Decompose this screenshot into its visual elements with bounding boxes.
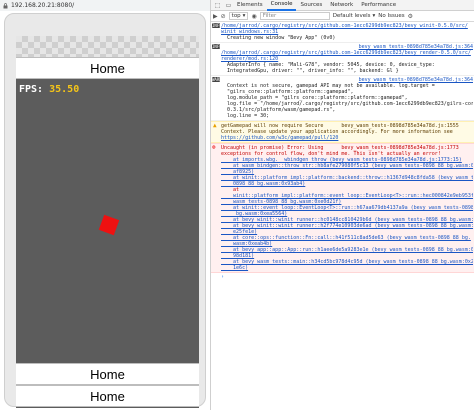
chevron-down-icon: ▾: [242, 13, 246, 19]
gear-icon[interactable]: ⚙: [408, 13, 413, 20]
console-prompt[interactable]: ›: [211, 273, 474, 281]
tab-performance[interactable]: Performance: [357, 0, 400, 11]
app-canvas[interactable]: Home FPS: 35.50 Home Home: [16, 36, 199, 408]
console-message: INFO bevy_wasm_tests-0898d785e34a78d.js:…: [211, 43, 474, 76]
console-message: INFO /home/jarrod/.cargo/registry/src/gi…: [211, 22, 474, 43]
device-frame: Home FPS: 35.50 Home Home: [4, 13, 206, 408]
address-url[interactable]: 192.168.20.21:8080/: [11, 2, 74, 9]
devtools-tabbar: ⬚ ▭ Elements Console Sources Network Per…: [211, 0, 474, 11]
error-icon: ⊗: [212, 144, 216, 151]
lock-icon: [3, 2, 8, 8]
console-toolbar: ▶ ⊘ top ▾ ◉ Filter Default levels ▾ No I…: [211, 11, 474, 22]
context-selector[interactable]: top ▾: [228, 12, 249, 20]
stack-frame[interactable]: at wasm_bindgen::throw_str::hb8afe279080…: [221, 163, 473, 169]
devtools-panel: ⬚ ▭ Elements Console Sources Network Per…: [210, 0, 474, 410]
console-output: INFO /home/jarrod/.cargo/registry/src/gi…: [211, 22, 474, 410]
fps-value: 35.50: [49, 84, 80, 95]
log-badge: INFO: [212, 23, 222, 28]
home-button-bottom-1[interactable]: Home: [16, 363, 199, 385]
filter-input[interactable]: Filter: [259, 12, 330, 20]
issues-label: No Issues: [378, 13, 405, 19]
sidebar-toggle-icon[interactable]: ▶: [213, 13, 218, 20]
message-line: IntegratedGpu, driver: "", driver_info: …: [221, 68, 399, 74]
tab-console[interactable]: Console: [266, 0, 297, 11]
eye-icon[interactable]: ◉: [251, 13, 256, 20]
device-toggle-icon[interactable]: ▭: [224, 1, 233, 10]
levels-label: Default levels: [332, 13, 371, 19]
fps-label: FPS:: [19, 84, 44, 95]
issues-indicator[interactable]: No Issues: [378, 13, 404, 19]
warning-icon: ▲: [213, 122, 217, 129]
home-button-top[interactable]: Home: [16, 57, 199, 79]
home-button-bottom-2[interactable]: Home: [16, 385, 199, 407]
console-error: ⊗ Uncaught (in promise) Error: Using bev…: [211, 143, 474, 273]
log-badge: WARN: [212, 77, 222, 82]
fps-counter: FPS: 35.50: [19, 84, 79, 95]
address-bar[interactable]: 192.168.20.21:8080/: [0, 0, 210, 11]
console-warning: ▲ getGamepad will now require Secure bev…: [211, 121, 474, 143]
clear-console-icon[interactable]: ⊘: [221, 13, 226, 20]
warning-link[interactable]: https://github.com/w3c/gamepad/pull/120: [221, 135, 473, 141]
context-label: top: [231, 13, 241, 19]
stack-frame[interactable]: 1e6c): [221, 265, 473, 271]
device-emulation-pane: 192.168.20.21:8080/ Home FPS: 35.50 Home…: [0, 0, 210, 410]
log-badge: INFO: [212, 44, 222, 49]
red-cube: [98, 214, 120, 236]
levels-dropdown[interactable]: Default levels ▾: [333, 13, 376, 19]
message-line: log.line = 30;: [221, 113, 270, 119]
tab-elements[interactable]: Elements: [233, 0, 267, 11]
console-message: WARN bevy_wasm_tests-0898d785e34a78d.js:…: [211, 76, 474, 121]
prompt-chevron-icon: ›: [221, 274, 225, 280]
message-line: Creating new window "Bevy App" (0v0): [221, 35, 336, 41]
inspect-icon[interactable]: ⬚: [213, 1, 222, 10]
stack-frame[interactable]: at bevy_winit::winit_runner::h2f774e1090…: [221, 223, 473, 229]
stack-frame[interactable]: at bevy_wasm_tests::main::h34cd5bc978d4c…: [221, 259, 473, 265]
stack-frame[interactable]: at bevy_app::app::App::run::h1aee6de5a92…: [221, 247, 473, 253]
levels-chevron-icon: ▾: [372, 13, 376, 19]
tab-sources[interactable]: Sources: [296, 0, 326, 11]
screenshot-root: 192.168.20.21:8080/ Home FPS: 35.50 Home…: [0, 0, 474, 410]
tab-network[interactable]: Network: [326, 0, 357, 11]
